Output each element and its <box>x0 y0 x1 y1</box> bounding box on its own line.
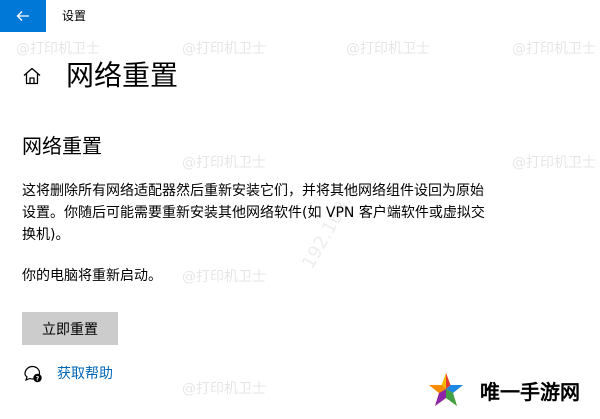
reset-now-button[interactable]: 立即重置 <box>22 312 118 345</box>
watermark: @打印机卫士 <box>346 41 430 57</box>
star-logo-icon <box>429 372 463 406</box>
get-help-row[interactable]: ? 获取帮助 <box>22 362 113 384</box>
help-chat-icon: ? <box>24 365 42 382</box>
watermark: @打印机卫士 <box>512 41 596 57</box>
page-title: 网络重置 <box>66 59 179 92</box>
watermark: @打印机卫士 <box>182 41 266 57</box>
svg-text:?: ? <box>36 375 40 382</box>
watermark: @打印机卫士 <box>182 381 266 397</box>
get-help-link[interactable]: 获取帮助 <box>57 363 113 383</box>
home-icon[interactable] <box>22 66 42 86</box>
title-bar: 设置 <box>0 0 600 32</box>
site-badge: 唯一手游网 <box>412 362 600 419</box>
window-title: 设置 <box>62 9 87 23</box>
section-title: 网络重置 <box>22 134 102 158</box>
watermark: @打印机卫士 <box>182 155 266 171</box>
arrow-left-icon <box>16 11 29 21</box>
reset-description: 这将删除所有网络适配器然后重新安装它们，并将其他网络组件设回为原始设置。你随后可… <box>22 183 485 243</box>
restart-note: 你的电脑将重新启动。 <box>22 268 162 284</box>
back-button[interactable] <box>0 0 46 32</box>
watermark: @打印机卫士 <box>182 269 266 285</box>
badge-text: 唯一手游网 <box>480 380 580 404</box>
watermark: @打印机卫士 <box>512 155 596 171</box>
